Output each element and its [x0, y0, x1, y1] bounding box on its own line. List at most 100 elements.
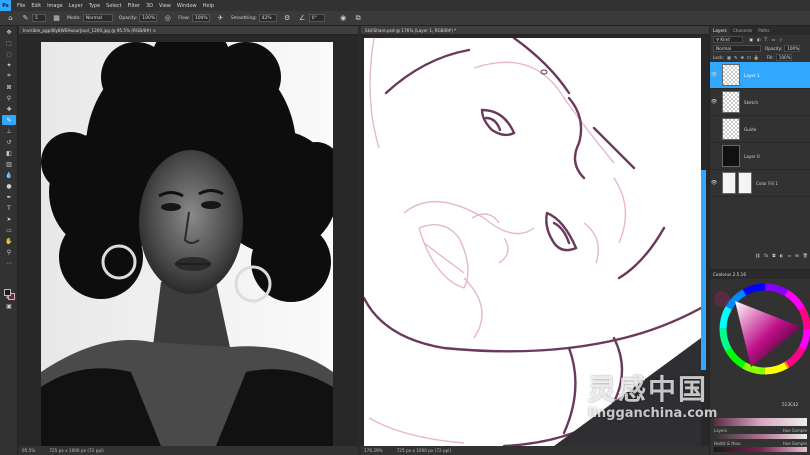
- quick-select-tool-icon[interactable]: ✦: [2, 60, 16, 70]
- brush-settings-icon[interactable]: ▦: [52, 14, 61, 23]
- brush-size-picker[interactable]: 5: [32, 14, 46, 22]
- document-tab-photo[interactable]: Invisible_pgp4Ky8WEHoourJourl_1200.jpg @…: [19, 26, 358, 35]
- filter-pixel-icon[interactable]: ▣: [749, 37, 753, 42]
- lock-pixels-icon[interactable]: ▦: [727, 55, 731, 60]
- menu-layer[interactable]: Layer: [69, 3, 83, 9]
- angle-icon[interactable]: ∠: [298, 14, 307, 23]
- lock-move-icon[interactable]: ✥: [740, 55, 744, 60]
- trash-icon[interactable]: 🗑: [803, 253, 808, 259]
- menu-type[interactable]: Type: [89, 3, 100, 9]
- angle-input[interactable]: 0°: [308, 14, 325, 22]
- opacity-input[interactable]: 100%: [139, 14, 158, 22]
- menu-select[interactable]: Select: [106, 3, 121, 9]
- menu-image[interactable]: Image: [47, 3, 63, 9]
- marquee-tool-icon[interactable]: ⬚: [2, 38, 16, 48]
- screen-mode-icon[interactable]: ▣: [2, 301, 16, 311]
- move-tool-icon[interactable]: ✥: [2, 27, 16, 37]
- smoothing-input[interactable]: 42%: [258, 14, 277, 22]
- brush-tool-icon[interactable]: ✎: [2, 115, 16, 125]
- mode-select[interactable]: Normal: [82, 14, 113, 22]
- gradient-tool-icon[interactable]: ▥: [2, 159, 16, 169]
- gear-icon[interactable]: ⚙: [283, 14, 292, 23]
- layer-opacity-input[interactable]: 100%: [784, 45, 801, 52]
- tab-layers[interactable]: Layers: [710, 26, 730, 35]
- lasso-tool-icon[interactable]: ◌: [2, 49, 16, 59]
- adjustment-icon[interactable]: ◐: [780, 253, 784, 258]
- layer-row-guide[interactable]: Guide: [710, 116, 810, 143]
- filter-smart-icon[interactable]: ◇: [779, 37, 782, 42]
- healing-tool-icon[interactable]: ✚: [2, 104, 16, 114]
- layer-row-sketch[interactable]: 👁 Sketch: [710, 89, 810, 116]
- sketch-scrollbar[interactable]: [701, 170, 706, 370]
- mask-icon[interactable]: ◘: [772, 253, 775, 258]
- tab-channels[interactable]: Channels: [730, 28, 755, 33]
- fx-icon[interactable]: fx: [764, 253, 768, 258]
- eraser-tool-icon[interactable]: ◧: [2, 148, 16, 158]
- tab-paths[interactable]: Paths: [755, 28, 772, 33]
- stamp-tool-icon[interactable]: ⊥: [2, 126, 16, 136]
- zoom-level-sketch[interactable]: 176.29%: [364, 448, 383, 453]
- menu-edit[interactable]: Edit: [31, 3, 41, 9]
- frame-tool-icon[interactable]: ⊠: [2, 82, 16, 92]
- right-panels: Layers Channels Paths ⚲ Kind ▣ ◐ T ▭ ◇ N…: [709, 26, 810, 455]
- eyedropper-tool-icon[interactable]: ⚲: [2, 93, 16, 103]
- pressure-opacity-icon[interactable]: ◎: [163, 14, 172, 23]
- shape-tool-icon[interactable]: ▭: [2, 225, 16, 235]
- path-select-tool-icon[interactable]: ➤: [2, 214, 16, 224]
- status-bar-photo: 95.5% 725 px x 1000 px (72 ppi): [19, 446, 358, 455]
- menu-3d[interactable]: 3D: [146, 3, 153, 9]
- slider-label: Hue Sample: [782, 428, 807, 433]
- foreground-color-swatch[interactable]: [4, 289, 11, 296]
- hue-slider[interactable]: [714, 434, 807, 439]
- visibility-eye-icon[interactable]: 👁: [710, 72, 718, 78]
- hand-tool-icon[interactable]: ✋: [2, 236, 16, 246]
- blur-tool-icon[interactable]: 💧: [2, 170, 16, 180]
- filter-shape-icon[interactable]: ▭: [771, 37, 775, 42]
- menu-help[interactable]: Help: [203, 3, 214, 9]
- visibility-eye-icon[interactable]: 👁: [710, 99, 718, 105]
- layer-row-layer-1[interactable]: 👁 Layer 1: [710, 62, 810, 89]
- layer-name: Color Fill 1: [756, 180, 778, 186]
- home-icon[interactable]: ⌂: [6, 14, 15, 23]
- fill-input[interactable]: 100%: [775, 54, 792, 61]
- lock-paint-icon[interactable]: ✎: [734, 55, 738, 60]
- value-slider[interactable]: [714, 447, 807, 452]
- menu-file[interactable]: File: [17, 3, 25, 9]
- pen-tool-icon[interactable]: ✒: [2, 192, 16, 202]
- lock-all-icon[interactable]: 🔒: [753, 55, 758, 61]
- filter-type-icon[interactable]: T: [765, 37, 768, 42]
- new-layer-icon[interactable]: ⊞: [795, 253, 799, 258]
- sketch-canvas[interactable]: [364, 38, 701, 446]
- pressure-size-icon[interactable]: ◉: [339, 14, 348, 23]
- photo-canvas[interactable]: [41, 42, 333, 446]
- menu-view[interactable]: View: [159, 3, 171, 9]
- layer-filter-select[interactable]: ⚲ Kind: [713, 36, 743, 43]
- folder-icon[interactable]: ▭: [787, 253, 791, 258]
- blend-mode-select[interactable]: Normal: [713, 45, 761, 52]
- color-strip[interactable]: [714, 418, 807, 426]
- layer-thumbnail: [722, 118, 740, 140]
- color-wheel[interactable]: [710, 279, 810, 419]
- brush-tool-icon[interactable]: ✎: [21, 14, 30, 23]
- zoom-tool-icon[interactable]: ⚲: [2, 247, 16, 257]
- zoom-level-photo[interactable]: 95.5%: [22, 448, 35, 453]
- layer-row-color-fill[interactable]: 👁 Color Fill 1: [710, 170, 810, 197]
- more-tools-icon[interactable]: ⋯: [2, 258, 16, 268]
- symmetry-icon[interactable]: ⧉: [354, 14, 363, 23]
- document-tab-sketch[interactable]: SkillShare.psd @ 176% (Layer 1, RGB/8#) …: [361, 26, 709, 35]
- dodge-tool-icon[interactable]: ●: [2, 181, 16, 191]
- slider-label: Hue Sample: [782, 441, 807, 446]
- airbrush-icon[interactable]: ✈: [216, 14, 225, 23]
- visibility-eye-icon[interactable]: 👁: [710, 180, 718, 186]
- link-icon[interactable]: ⛓: [755, 253, 760, 259]
- menu-window[interactable]: Window: [177, 3, 197, 9]
- menu-filter[interactable]: Filter: [128, 3, 140, 9]
- history-brush-tool-icon[interactable]: ↺: [2, 137, 16, 147]
- type-tool-icon[interactable]: T: [2, 203, 16, 213]
- crop-tool-icon[interactable]: ⌗: [2, 71, 16, 81]
- hex-value[interactable]: 513C42: [782, 402, 798, 407]
- filter-adjust-icon[interactable]: ◐: [757, 37, 761, 42]
- layer-row-layer-0[interactable]: Layer 0: [710, 143, 810, 170]
- lock-artboard-icon[interactable]: ⊡: [747, 55, 751, 60]
- flow-input[interactable]: 100%: [191, 14, 210, 22]
